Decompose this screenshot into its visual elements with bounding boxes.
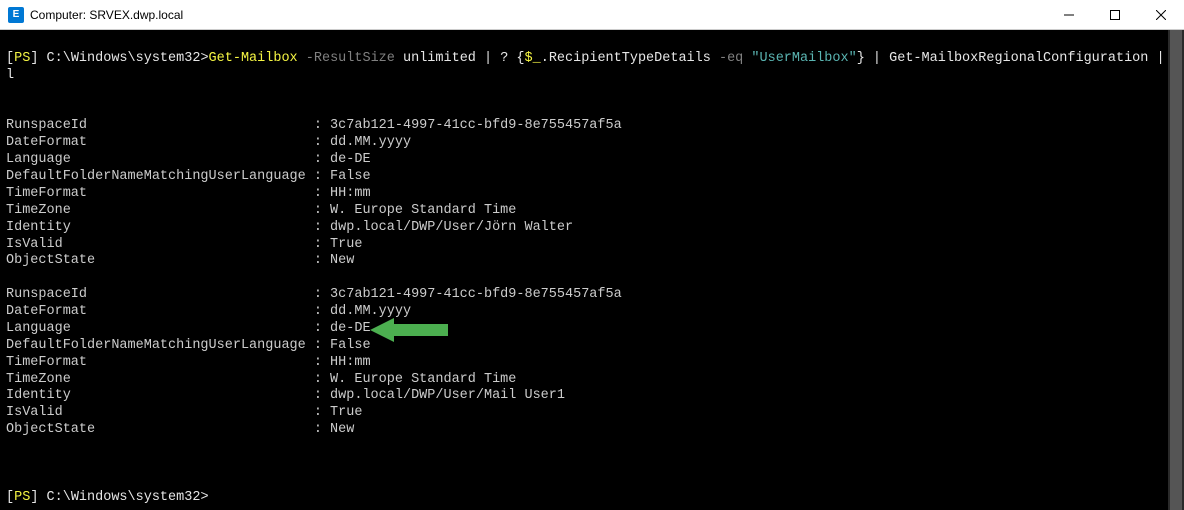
vertical-scrollbar[interactable] — [1168, 30, 1184, 510]
scrollbar-thumb[interactable] — [1170, 30, 1182, 510]
prompt-line-2: [PS] C:\Windows\system32> — [6, 490, 209, 505]
close-button[interactable] — [1138, 0, 1184, 30]
minimize-button[interactable] — [1046, 0, 1092, 30]
annotation-arrow-icon — [370, 316, 450, 344]
app-icon: E — [8, 7, 24, 23]
window-title: Computer: SRVEX.dwp.local — [30, 8, 1046, 22]
window-controls — [1046, 0, 1184, 30]
terminal[interactable]: [PS] C:\Windows\system32>Get-Mailbox -Re… — [0, 30, 1184, 510]
output-block: RunspaceId : 3c7ab121-4997-41cc-bfd9-8e7… — [6, 118, 622, 437]
maximize-button[interactable] — [1092, 0, 1138, 30]
titlebar: E Computer: SRVEX.dwp.local — [0, 0, 1184, 30]
prompt-line: [PS] C:\Windows\system32>Get-Mailbox -Re… — [6, 51, 1181, 83]
